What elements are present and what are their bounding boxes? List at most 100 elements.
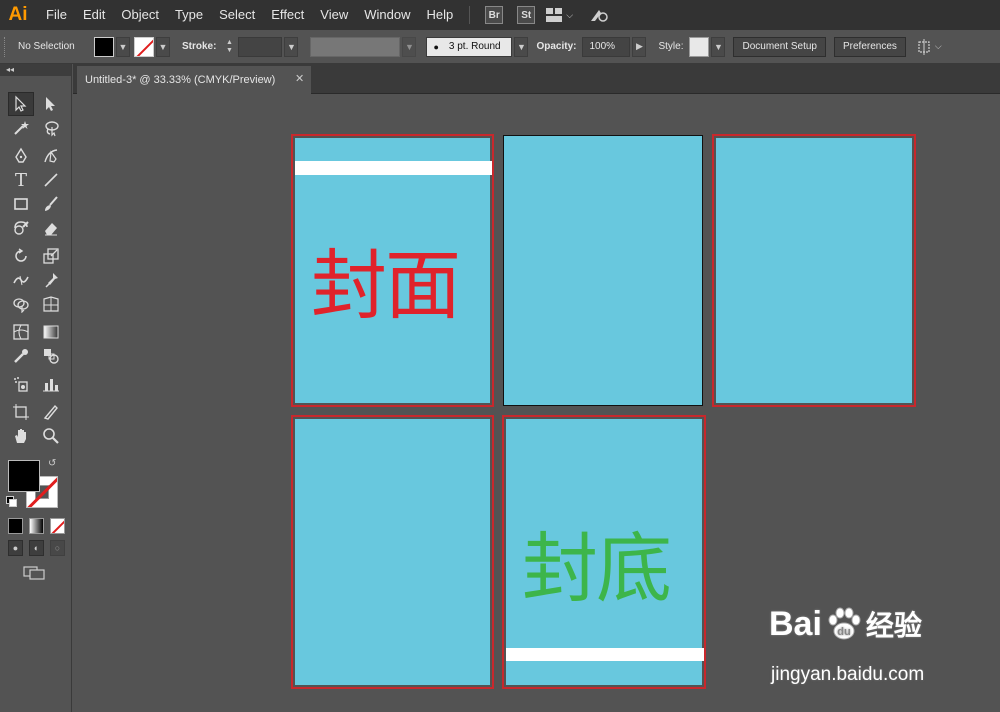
gpu-performance-icon[interactable] xyxy=(589,7,609,23)
stroke-weight-stepper[interactable]: ▲ ▼ xyxy=(222,37,236,57)
draw-normal-icon[interactable]: ● xyxy=(8,540,23,556)
screen-mode-icon[interactable] xyxy=(22,564,46,582)
chevron-down-icon[interactable]: ▼ xyxy=(226,47,233,55)
color-mode-button[interactable] xyxy=(8,518,23,534)
draw-behind-icon[interactable]: ◐ xyxy=(29,540,44,556)
chevron-down-icon: ▼ xyxy=(158,41,168,52)
menu-window[interactable]: Window xyxy=(356,0,418,30)
artboard-tool-icon[interactable] xyxy=(8,400,34,424)
artboard-3[interactable] xyxy=(712,134,916,407)
blend-icon[interactable] xyxy=(38,344,64,368)
cover-title[interactable]: 封面 xyxy=(311,224,461,334)
profile-dropdown[interactable]: ▼ xyxy=(402,36,417,57)
fill-swatch[interactable] xyxy=(94,36,114,57)
fill-dropdown[interactable]: ▼ xyxy=(116,36,130,57)
stroke-weight-field[interactable] xyxy=(238,36,283,57)
none-mode-button[interactable] xyxy=(50,518,65,534)
artboard-2[interactable] xyxy=(503,135,703,406)
menu-view[interactable]: View xyxy=(312,0,356,30)
artboard-4[interactable] xyxy=(291,415,494,689)
back-title[interactable]: 封底 xyxy=(522,507,672,617)
menu-edit[interactable]: Edit xyxy=(75,0,113,30)
workspace-layout-icon[interactable]: ⌵ xyxy=(546,8,573,22)
chevron-down-icon: ▼ xyxy=(118,41,128,52)
stroke-label[interactable]: Stroke: xyxy=(182,41,216,52)
menu-help[interactable]: Help xyxy=(418,0,461,30)
draw-inside-icon[interactable]: ○ xyxy=(50,540,65,556)
canvas[interactable]: 封面 封底 Bai du 经验 jingyan.baidu.com xyxy=(73,95,1000,712)
puppet-warp-icon[interactable] xyxy=(38,268,64,292)
style-dropdown[interactable]: ▼ xyxy=(711,36,726,57)
paintbrush-icon[interactable] xyxy=(38,192,64,216)
stroke-swatch[interactable] xyxy=(134,36,154,57)
menu-effect[interactable]: Effect xyxy=(263,0,312,30)
stock-button[interactable]: St xyxy=(517,6,536,24)
chevron-right-icon: ▶ xyxy=(636,41,643,51)
chevron-up-icon[interactable]: ▲ xyxy=(226,39,233,47)
chevron-down-icon: ▼ xyxy=(516,41,526,52)
chevron-down-icon: ▼ xyxy=(714,41,723,52)
document-tab[interactable]: Untitled-3* @ 33.33% (CMYK/Preview) xyxy=(77,66,311,94)
opacity-field[interactable]: 100% xyxy=(582,36,631,57)
stroke-weight-dropdown[interactable]: ▼ xyxy=(284,36,299,57)
selection-tool-icon[interactable] xyxy=(8,92,34,116)
close-icon[interactable]: ✕ xyxy=(295,72,304,85)
artboard-back[interactable]: 封底 xyxy=(502,415,706,689)
line-icon[interactable] xyxy=(38,168,64,192)
menu-object[interactable]: Object xyxy=(113,0,167,30)
eraser-icon[interactable] xyxy=(38,216,64,240)
preferences-button[interactable]: Preferences xyxy=(833,36,906,57)
menu-divider xyxy=(469,6,471,24)
app-logo: Ai xyxy=(8,4,28,25)
document-setup-button[interactable]: Document Setup xyxy=(733,36,826,57)
curvature-icon[interactable] xyxy=(38,144,64,168)
zoom-icon[interactable] xyxy=(38,424,64,448)
opacity-dropdown[interactable]: ▶ xyxy=(632,36,647,57)
baidu-logo: Bai du 经验 xyxy=(769,604,922,644)
stroke-color-dropdown[interactable]: ▼ xyxy=(156,36,170,57)
magic-wand-icon[interactable] xyxy=(8,116,34,140)
baidu-logo-text-right: 经验 xyxy=(865,610,922,641)
swap-fill-stroke-icon[interactable]: ↺ xyxy=(48,458,56,469)
column-graph-icon[interactable] xyxy=(38,372,64,396)
artboard-cover[interactable]: 封面 xyxy=(291,134,494,407)
fill-stroke-widget: ↺ xyxy=(0,454,72,512)
slice-icon[interactable] xyxy=(38,400,64,424)
selection-status: No Selection xyxy=(18,41,75,52)
pen-icon[interactable] xyxy=(8,144,34,168)
tools-collapse-toggle[interactable]: ◂◂ xyxy=(0,64,71,76)
scale-icon[interactable] xyxy=(38,244,64,268)
opacity-label[interactable]: Opacity: xyxy=(536,41,576,52)
menu-type[interactable]: Type xyxy=(167,0,211,30)
graphic-style-swatch[interactable] xyxy=(689,36,710,57)
lasso-icon[interactable] xyxy=(38,116,64,140)
bridge-button[interactable]: Br xyxy=(485,6,504,24)
control-bar: No Selection ▼ ▼ Stroke: ▲ ▼ ▼ ▼ ● 3 pt. … xyxy=(0,30,1000,64)
rotate-icon[interactable] xyxy=(8,244,34,268)
fill-color-box[interactable] xyxy=(8,460,40,492)
direct-selection-tool-icon[interactable] xyxy=(38,92,64,116)
symbol-sprayer-icon[interactable] xyxy=(8,372,34,396)
hand-icon[interactable] xyxy=(8,424,34,448)
menu-file[interactable]: File xyxy=(38,0,75,30)
brush-dot-icon: ● xyxy=(433,41,439,52)
width-icon[interactable] xyxy=(8,268,34,292)
paw-icon: du xyxy=(828,607,861,640)
mesh-icon[interactable] xyxy=(8,320,34,344)
menu-select[interactable]: Select xyxy=(211,0,263,30)
brush-definition-field[interactable]: ● 3 pt. Round xyxy=(426,36,513,57)
gradient-icon[interactable] xyxy=(38,320,64,344)
brush-dropdown[interactable]: ▼ xyxy=(514,36,529,57)
default-colors-icon[interactable] xyxy=(6,496,17,507)
type-icon[interactable]: T xyxy=(8,168,34,192)
gradient-mode-button[interactable] xyxy=(29,518,44,534)
back-white-bar xyxy=(506,648,704,661)
eyedropper-icon[interactable] xyxy=(8,344,34,368)
shaper-icon[interactable] xyxy=(8,216,34,240)
perspective-grid-icon[interactable] xyxy=(38,292,64,316)
arrange-documents-icon[interactable]: ⌵ xyxy=(916,38,942,55)
variable-width-profile[interactable] xyxy=(310,36,401,57)
rectangle-icon[interactable] xyxy=(8,192,34,216)
shape-builder-icon[interactable] xyxy=(8,292,34,316)
document-tab-title: Untitled-3* @ 33.33% (CMYK/Preview) xyxy=(85,74,276,86)
